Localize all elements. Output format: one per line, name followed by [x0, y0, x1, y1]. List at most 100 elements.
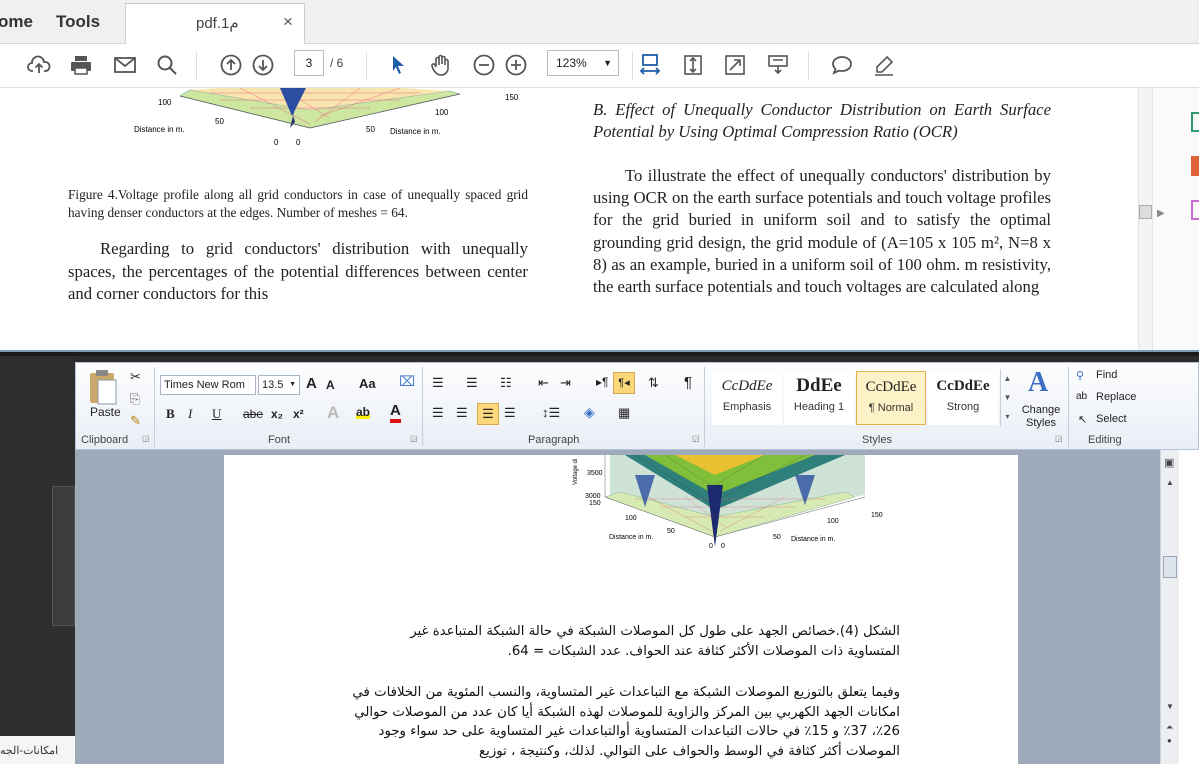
- desktop-right-strip: [1179, 450, 1199, 764]
- grow-font-button[interactable]: A: [306, 375, 317, 392]
- binoculars-icon: ⚲: [1076, 370, 1085, 382]
- shading-icon[interactable]: ◈: [584, 404, 595, 421]
- cut-icon[interactable]: ✂: [130, 369, 141, 385]
- strikethrough-button[interactable]: abe: [243, 407, 263, 421]
- align-right-button[interactable]: ☰: [477, 403, 499, 425]
- align-left-icon[interactable]: ☰: [432, 405, 444, 421]
- axis-tick: 100: [625, 515, 637, 522]
- increase-indent-icon[interactable]: ⇥: [560, 375, 571, 391]
- multilevel-list-icon[interactable]: ☷: [500, 375, 512, 391]
- previous-page-icon[interactable]: ⏶: [1166, 722, 1173, 733]
- taskbar-item[interactable]: امكانات-الجه: [0, 736, 75, 764]
- page-up-icon[interactable]: [218, 52, 244, 78]
- page-number-input[interactable]: 3: [294, 50, 324, 76]
- show-formatting-button[interactable]: ¶: [684, 374, 692, 391]
- dialog-launcher-icon[interactable]: ◲: [410, 434, 418, 443]
- line-spacing-icon[interactable]: ↕☰: [542, 405, 560, 421]
- change-styles-button[interactable]: Change Styles: [1020, 404, 1062, 430]
- close-tab-icon[interactable]: ×: [283, 12, 293, 32]
- pen-icon[interactable]: [871, 52, 897, 78]
- menu-tools[interactable]: Tools: [56, 12, 100, 32]
- upload-cloud-icon[interactable]: [26, 52, 52, 78]
- view-ruler-icon[interactable]: ▣: [1164, 456, 1174, 469]
- zoom-in-icon[interactable]: [503, 52, 529, 78]
- styles-group-label: Styles: [862, 434, 892, 446]
- print-icon[interactable]: [68, 52, 94, 78]
- axis-tick: 50: [667, 528, 675, 535]
- bold-button[interactable]: B: [166, 406, 175, 422]
- borders-icon[interactable]: ▦: [618, 405, 630, 421]
- superscript-button[interactable]: x²: [293, 407, 304, 421]
- style-emphasis[interactable]: CcDdEe Emphasis: [712, 371, 782, 425]
- font-size-select[interactable]: 13.5 ▼: [258, 375, 300, 395]
- word-scroll-thumb[interactable]: [1163, 556, 1177, 578]
- shrink-font-button[interactable]: A: [326, 378, 335, 392]
- export-tool-icon[interactable]: [1191, 112, 1199, 132]
- pdf-vertical-scrollbar[interactable]: [1138, 88, 1152, 352]
- bullets-icon[interactable]: ☰: [432, 375, 444, 391]
- scroll-down-icon[interactable]: ▼: [1166, 702, 1174, 711]
- italic-button[interactable]: I: [188, 406, 192, 422]
- document-tab[interactable]: pdf.1م ×: [125, 3, 305, 45]
- dialog-launcher-icon[interactable]: ◲: [692, 434, 700, 443]
- ltr-icon[interactable]: ▸¶: [596, 375, 608, 389]
- word-vertical-scrollbar[interactable]: ▣ ▲ ▼ ⏶ ●: [1160, 450, 1179, 764]
- font-color-button[interactable]: A: [390, 403, 401, 423]
- axis-tick: 100: [435, 108, 449, 117]
- page-down-icon[interactable]: [250, 52, 276, 78]
- comment-icon[interactable]: [829, 52, 855, 78]
- dialog-launcher-icon[interactable]: ◲: [1055, 434, 1063, 443]
- change-styles-icon[interactable]: A: [1028, 367, 1048, 399]
- menu-home[interactable]: ome: [0, 12, 33, 32]
- paste-icon[interactable]: [86, 367, 120, 407]
- style-name: ¶ Normal: [868, 402, 914, 414]
- chevron-down-icon: ▼: [289, 381, 296, 388]
- select-button[interactable]: Select: [1096, 413, 1127, 425]
- subscript-button[interactable]: x₂: [271, 407, 283, 421]
- justify-icon[interactable]: ☰: [504, 405, 516, 421]
- underline-button[interactable]: U: [212, 406, 221, 422]
- highlight-button[interactable]: ab: [356, 405, 371, 419]
- text-effects-button[interactable]: A: [327, 403, 339, 423]
- change-case-button[interactable]: Aa: [359, 376, 376, 391]
- dialog-launcher-icon[interactable]: ◲: [142, 434, 150, 443]
- style-heading-1[interactable]: DdEe Heading 1: [784, 371, 854, 425]
- axis-tick: 150: [871, 512, 883, 519]
- numbering-icon[interactable]: ☰: [466, 375, 478, 391]
- align-center-icon[interactable]: ☰: [456, 405, 468, 421]
- rtl-button[interactable]: ¶◂: [613, 372, 635, 394]
- fullscreen-icon[interactable]: [722, 52, 748, 78]
- hand-icon[interactable]: [428, 52, 454, 78]
- pdf-scroll-thumb[interactable]: [1139, 205, 1152, 219]
- styles-scroll-icon[interactable]: ▲ ▼ ▾: [1000, 369, 1014, 427]
- axis-tick: 0: [721, 543, 725, 550]
- font-family-value: Times New Rom: [164, 379, 245, 391]
- read-mode-icon[interactable]: [765, 52, 791, 78]
- font-family-select[interactable]: Times New Rom: [160, 375, 256, 395]
- style-normal[interactable]: CcDdEe ¶ Normal: [856, 371, 926, 425]
- zoom-out-icon[interactable]: [471, 52, 497, 78]
- axis-label: Distance in m.: [609, 534, 653, 541]
- clear-formatting-icon[interactable]: ⌧: [399, 373, 415, 390]
- create-tool-icon[interactable]: [1191, 156, 1199, 176]
- sort-icon[interactable]: ⇅: [648, 375, 659, 391]
- browse-object-icon[interactable]: ●: [1167, 736, 1172, 745]
- copy-icon[interactable]: ⎘: [130, 391, 140, 407]
- search-icon[interactable]: [154, 52, 180, 78]
- fit-page-icon[interactable]: [680, 52, 706, 78]
- organize-tool-icon[interactable]: [1191, 200, 1199, 220]
- mail-icon[interactable]: [112, 52, 138, 78]
- replace-button[interactable]: Replace: [1096, 391, 1136, 403]
- paste-button[interactable]: Paste: [90, 405, 121, 419]
- fit-width-icon[interactable]: [637, 52, 663, 78]
- editing-group-label: Editing: [1088, 434, 1122, 446]
- group-divider: [1068, 367, 1069, 447]
- scroll-up-icon[interactable]: ▲: [1166, 478, 1174, 487]
- select-arrow-icon[interactable]: [385, 52, 411, 78]
- format-painter-icon[interactable]: ✎: [130, 413, 141, 429]
- zoom-select[interactable]: 123% ▼: [547, 50, 619, 76]
- pane-collapse-icon[interactable]: ▶: [1157, 208, 1165, 219]
- style-strong[interactable]: CcDdEe Strong: [928, 371, 998, 425]
- find-button[interactable]: Find: [1096, 369, 1117, 381]
- decrease-indent-icon[interactable]: ⇤: [538, 375, 549, 391]
